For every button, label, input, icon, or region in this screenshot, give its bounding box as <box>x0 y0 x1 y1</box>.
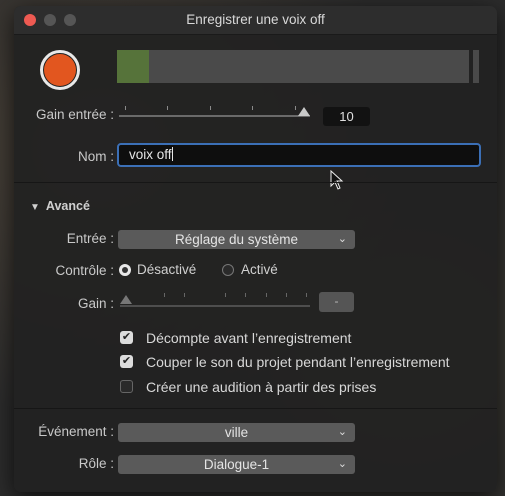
slider-tick <box>266 293 267 297</box>
slider-tick <box>164 293 165 297</box>
chevron-down-icon: ⌄ <box>337 458 347 470</box>
create-audition-label: Créer une audition à partir des prises <box>146 379 377 395</box>
slider-tick <box>286 293 287 297</box>
record-button[interactable] <box>40 50 80 90</box>
slider-tick <box>245 293 246 297</box>
input-gain-track <box>119 115 310 117</box>
input-source-label: Entrée : <box>66 231 114 246</box>
title-bar: Enregistrer une voix off <box>14 6 497 35</box>
mute-project-label: Couper le son du projet pendant l’enregi… <box>146 354 450 370</box>
advanced-label: Avancé <box>45 199 90 213</box>
input-gain-thumb[interactable] <box>298 107 311 116</box>
divider <box>14 408 497 409</box>
monitor-on-radio[interactable] <box>222 264 234 276</box>
name-input[interactable]: voix off <box>117 143 481 167</box>
disclosure-triangle-icon: ▼ <box>30 202 40 213</box>
mouse-pointer-icon <box>330 170 344 190</box>
monitor-off-label: Désactivé <box>137 262 197 277</box>
monitor-gain-value[interactable]: - <box>319 292 354 312</box>
slider-tick <box>125 106 126 110</box>
role-value: Dialogue-1 <box>203 457 270 472</box>
event-value: ville <box>224 425 249 440</box>
voiceover-dialog: Enregistrer une voix off Gain entrée : 1… <box>14 6 497 492</box>
slider-tick <box>252 106 253 110</box>
advanced-disclosure[interactable]: ▼ Avancé <box>30 199 90 213</box>
name-input-value: voix off <box>129 147 172 162</box>
divider <box>14 182 497 183</box>
monitor-off-radio[interactable] <box>119 264 131 276</box>
create-audition-checkbox[interactable] <box>120 380 133 393</box>
chevron-down-icon: ⌄ <box>337 233 347 245</box>
countdown-label: Décompte avant l’enregistrement <box>146 330 352 346</box>
input-source-popup[interactable]: Réglage du système ⌄ <box>118 230 355 249</box>
slider-tick <box>225 293 226 297</box>
audio-level-meter-end <box>473 50 479 83</box>
role-label: Rôle : <box>78 456 114 471</box>
monitor-label: Contrôle : <box>55 263 114 278</box>
slider-tick <box>295 106 296 110</box>
record-icon <box>44 54 76 86</box>
slider-tick <box>210 106 211 110</box>
audio-level-meter <box>117 50 469 83</box>
event-label: Événement : <box>38 424 114 439</box>
text-caret <box>171 147 173 161</box>
countdown-checkbox[interactable]: ✔ <box>120 331 133 344</box>
window-title: Enregistrer une voix off <box>186 12 325 27</box>
name-label: Nom : <box>77 149 114 164</box>
slider-tick <box>167 106 168 110</box>
input-gain-label: Gain entrée : <box>35 107 114 122</box>
monitor-gain-label: Gain : <box>77 296 114 311</box>
event-popup[interactable]: ville ⌄ <box>118 423 355 442</box>
mute-project-checkbox[interactable]: ✔ <box>120 355 133 368</box>
audio-level-fill <box>117 50 149 83</box>
slider-tick <box>306 293 307 297</box>
role-popup[interactable]: Dialogue-1 ⌄ <box>118 455 355 474</box>
monitor-on-label: Activé <box>241 262 278 277</box>
chevron-down-icon: ⌄ <box>337 426 347 438</box>
monitor-gain-track <box>120 305 310 307</box>
input-gain-value[interactable]: 10 <box>323 107 370 126</box>
slider-tick <box>184 293 185 297</box>
input-source-value: Réglage du système <box>174 232 299 247</box>
monitor-gain-thumb[interactable] <box>120 295 132 304</box>
